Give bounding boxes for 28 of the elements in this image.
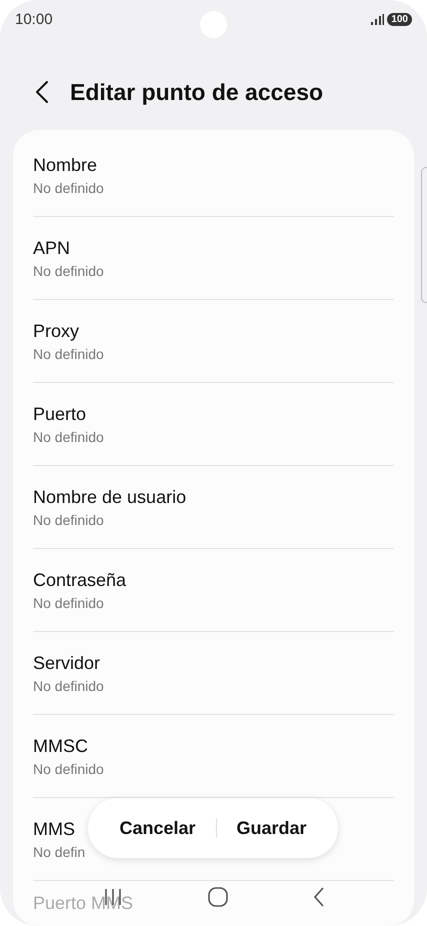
save-button[interactable]: Guardar bbox=[234, 812, 309, 844]
field-value: No definido bbox=[33, 512, 104, 528]
field-value: No definido bbox=[33, 678, 104, 694]
field-value: No definido bbox=[33, 760, 104, 776]
page-title: Editar punto de acceso bbox=[70, 78, 324, 106]
status-time: 10:00 bbox=[15, 10, 53, 28]
field-label[interactable]: Nombre de usuario bbox=[33, 486, 186, 508]
field-value: No definido bbox=[33, 262, 104, 278]
back-icon[interactable] bbox=[35, 80, 49, 104]
signal-icon bbox=[371, 14, 384, 24]
field-value: No definido bbox=[33, 346, 104, 362]
field-label[interactable]: Servidor bbox=[33, 652, 100, 674]
field-label[interactable]: APN bbox=[33, 238, 70, 258]
field-value: No definido bbox=[33, 428, 104, 444]
field-label[interactable]: Puerto bbox=[33, 404, 86, 424]
field-label[interactable]: Proxy bbox=[33, 320, 80, 342]
field-label[interactable]: MMSC bbox=[33, 736, 88, 756]
field-label[interactable]: MMS bbox=[33, 818, 75, 840]
field-label[interactable]: Nombre bbox=[33, 154, 98, 176]
field-label[interactable]: Contraseña bbox=[33, 570, 126, 590]
scrollbar[interactable] bbox=[421, 167, 427, 303]
field-value: No definido bbox=[33, 180, 104, 196]
back-nav-icon[interactable] bbox=[312, 887, 324, 907]
battery-level: 100 bbox=[387, 12, 412, 26]
field-value: No defin bbox=[33, 844, 86, 860]
home-icon[interactable] bbox=[208, 887, 228, 907]
field-value: No definido bbox=[33, 594, 104, 610]
cancel-button[interactable]: Cancelar bbox=[117, 812, 198, 844]
